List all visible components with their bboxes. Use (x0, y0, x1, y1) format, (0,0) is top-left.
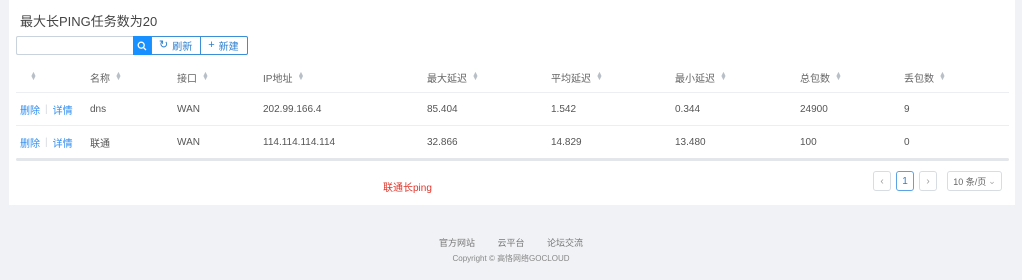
sort-icon: ▲ ▼ (297, 71, 305, 82)
header-ip-label: IP地址 (263, 73, 293, 85)
sort-icon: ▲ ▼ (939, 71, 946, 82)
details-link[interactable]: 详情 (53, 102, 73, 117)
header-ip[interactable]: IP地址 ▲ ▼ (263, 62, 304, 92)
search-input[interactable] (16, 36, 133, 55)
page-size-select[interactable]: 10 条/页 ⌄ (947, 171, 1002, 191)
next-page-button[interactable]: › (919, 171, 937, 191)
table-row: 删除 | 详情 dns WAN 202.99.166.4 85.404 1.54… (16, 93, 1009, 126)
sort-icon: ▲ ▼ (720, 71, 727, 82)
chevron-right-icon: › (926, 175, 930, 187)
cell-min-latency: 13.480 (675, 136, 706, 148)
cell-max-latency: 85.404 (427, 103, 458, 115)
chevron-down-icon: ⌄ (988, 175, 996, 186)
cell-lost-packets: 9 (904, 103, 910, 115)
plus-icon: + (208, 39, 215, 51)
sort-icon: ▲ ▼ (472, 71, 479, 82)
footer-link-forum[interactable]: 论坛交流 (547, 238, 583, 248)
header-max-latency-label: 最大延迟 (427, 73, 467, 85)
page-size-label: 10 条/页 (953, 176, 987, 187)
chevron-left-icon: ‹ (880, 175, 884, 187)
header-total-packets-label: 总包数 (800, 73, 830, 85)
toolbar: ↻ 刷新 + 新建 (16, 36, 248, 55)
table-header-row: ▲ ▼ 名称 ▲ ▼ 接口 ▲ ▼ IP地址 ▲ ▼ 最大延迟 ▲ ▼ 平均延迟 ▲ ▼ (16, 62, 1009, 93)
cell-avg-latency: 14.829 (551, 136, 582, 148)
cell-interface: WAN (177, 136, 200, 148)
cell-max-latency: 32.866 (427, 136, 458, 148)
current-page-label: 1 (902, 175, 908, 187)
cell-name: 联通 (90, 138, 110, 150)
new-label: 新建 (218, 42, 239, 53)
header-max-latency[interactable]: 最大延迟 ▲ ▼ (427, 62, 479, 92)
page-number-button[interactable]: 1 (896, 171, 914, 191)
header-min-latency-label: 最小延迟 (675, 73, 715, 85)
sort-icon: ▲ ▼ (835, 71, 842, 82)
search-button[interactable] (133, 36, 151, 55)
cell-ip: 114.114.114.114 (263, 136, 336, 148)
delete-link[interactable]: 删除 (20, 135, 40, 150)
cell-name: dns (90, 103, 107, 115)
row-actions: 删除 | 详情 (20, 126, 73, 158)
refresh-button[interactable]: ↻ 刷新 (151, 36, 202, 55)
row-actions: 删除 | 详情 (20, 93, 73, 125)
cell-total-packets: 100 (800, 136, 817, 148)
table-caption: 联通长ping (383, 183, 432, 194)
details-link[interactable]: 详情 (53, 135, 73, 150)
header-name-label: 名称 (90, 73, 110, 85)
refresh-label: 刷新 (172, 42, 193, 53)
table-row: 删除 | 详情 联通 WAN 114.114.114.114 32.866 14… (16, 126, 1009, 158)
cell-total-packets: 24900 (800, 103, 828, 115)
footer-link-cloud[interactable]: 云平台 (497, 238, 524, 248)
sort-icon: ▲ ▼ (202, 71, 209, 82)
header-interface[interactable]: 接口 ▲ ▼ (177, 62, 209, 92)
header-name[interactable]: 名称 ▲ ▼ (90, 62, 122, 92)
footer-links: 官方网站 云平台 论坛交流 (0, 236, 1022, 249)
search-icon (137, 41, 147, 50)
ping-table: ▲ ▼ 名称 ▲ ▼ 接口 ▲ ▼ IP地址 ▲ ▼ 最大延迟 ▲ ▼ 平均延迟 ▲ ▼ (16, 62, 1009, 161)
horizontal-scrollbar[interactable] (16, 158, 1009, 161)
cell-min-latency: 0.344 (675, 103, 701, 115)
header-avg-latency-label: 平均延迟 (551, 73, 591, 85)
cell-avg-latency: 1.542 (551, 103, 577, 115)
action-divider: | (45, 136, 48, 148)
cell-interface: WAN (177, 103, 200, 115)
sort-icon: ▲ ▼ (30, 71, 37, 82)
prev-page-button[interactable]: ‹ (873, 171, 891, 191)
page-title: 最大长PING任务数为20 (20, 14, 158, 29)
new-button[interactable]: + 新建 (201, 36, 248, 55)
copyright: Copyright © 高恪网络GOCLOUD (452, 254, 570, 263)
header-total-packets[interactable]: 总包数 ▲ ▼ (800, 62, 842, 92)
delete-link[interactable]: 删除 (20, 102, 40, 117)
refresh-icon: ↻ (159, 39, 169, 51)
header-min-latency[interactable]: 最小延迟 ▲ ▼ (675, 62, 727, 92)
cell-lost-packets: 0 (904, 136, 910, 148)
sort-icon: ▲ ▼ (115, 71, 122, 82)
header-lost-packets[interactable]: 丢包数 ▲ ▼ (904, 62, 946, 92)
action-divider: | (45, 103, 48, 115)
header-actions[interactable]: ▲ ▼ (25, 62, 37, 92)
footer-link-official[interactable]: 官方网站 (439, 238, 475, 248)
sort-icon: ▲ ▼ (596, 71, 603, 82)
cell-ip: 202.99.166.4 (263, 103, 322, 115)
header-avg-latency[interactable]: 平均延迟 ▲ ▼ (551, 62, 603, 92)
header-lost-packets-label: 丢包数 (904, 73, 934, 85)
main-card: 最大长PING任务数为20 ↻ 刷新 + 新建 ▲ ▼ 名称 ▲ ▼ 接口 ▲ … (9, 0, 1015, 205)
header-interface-label: 接口 (177, 73, 197, 85)
